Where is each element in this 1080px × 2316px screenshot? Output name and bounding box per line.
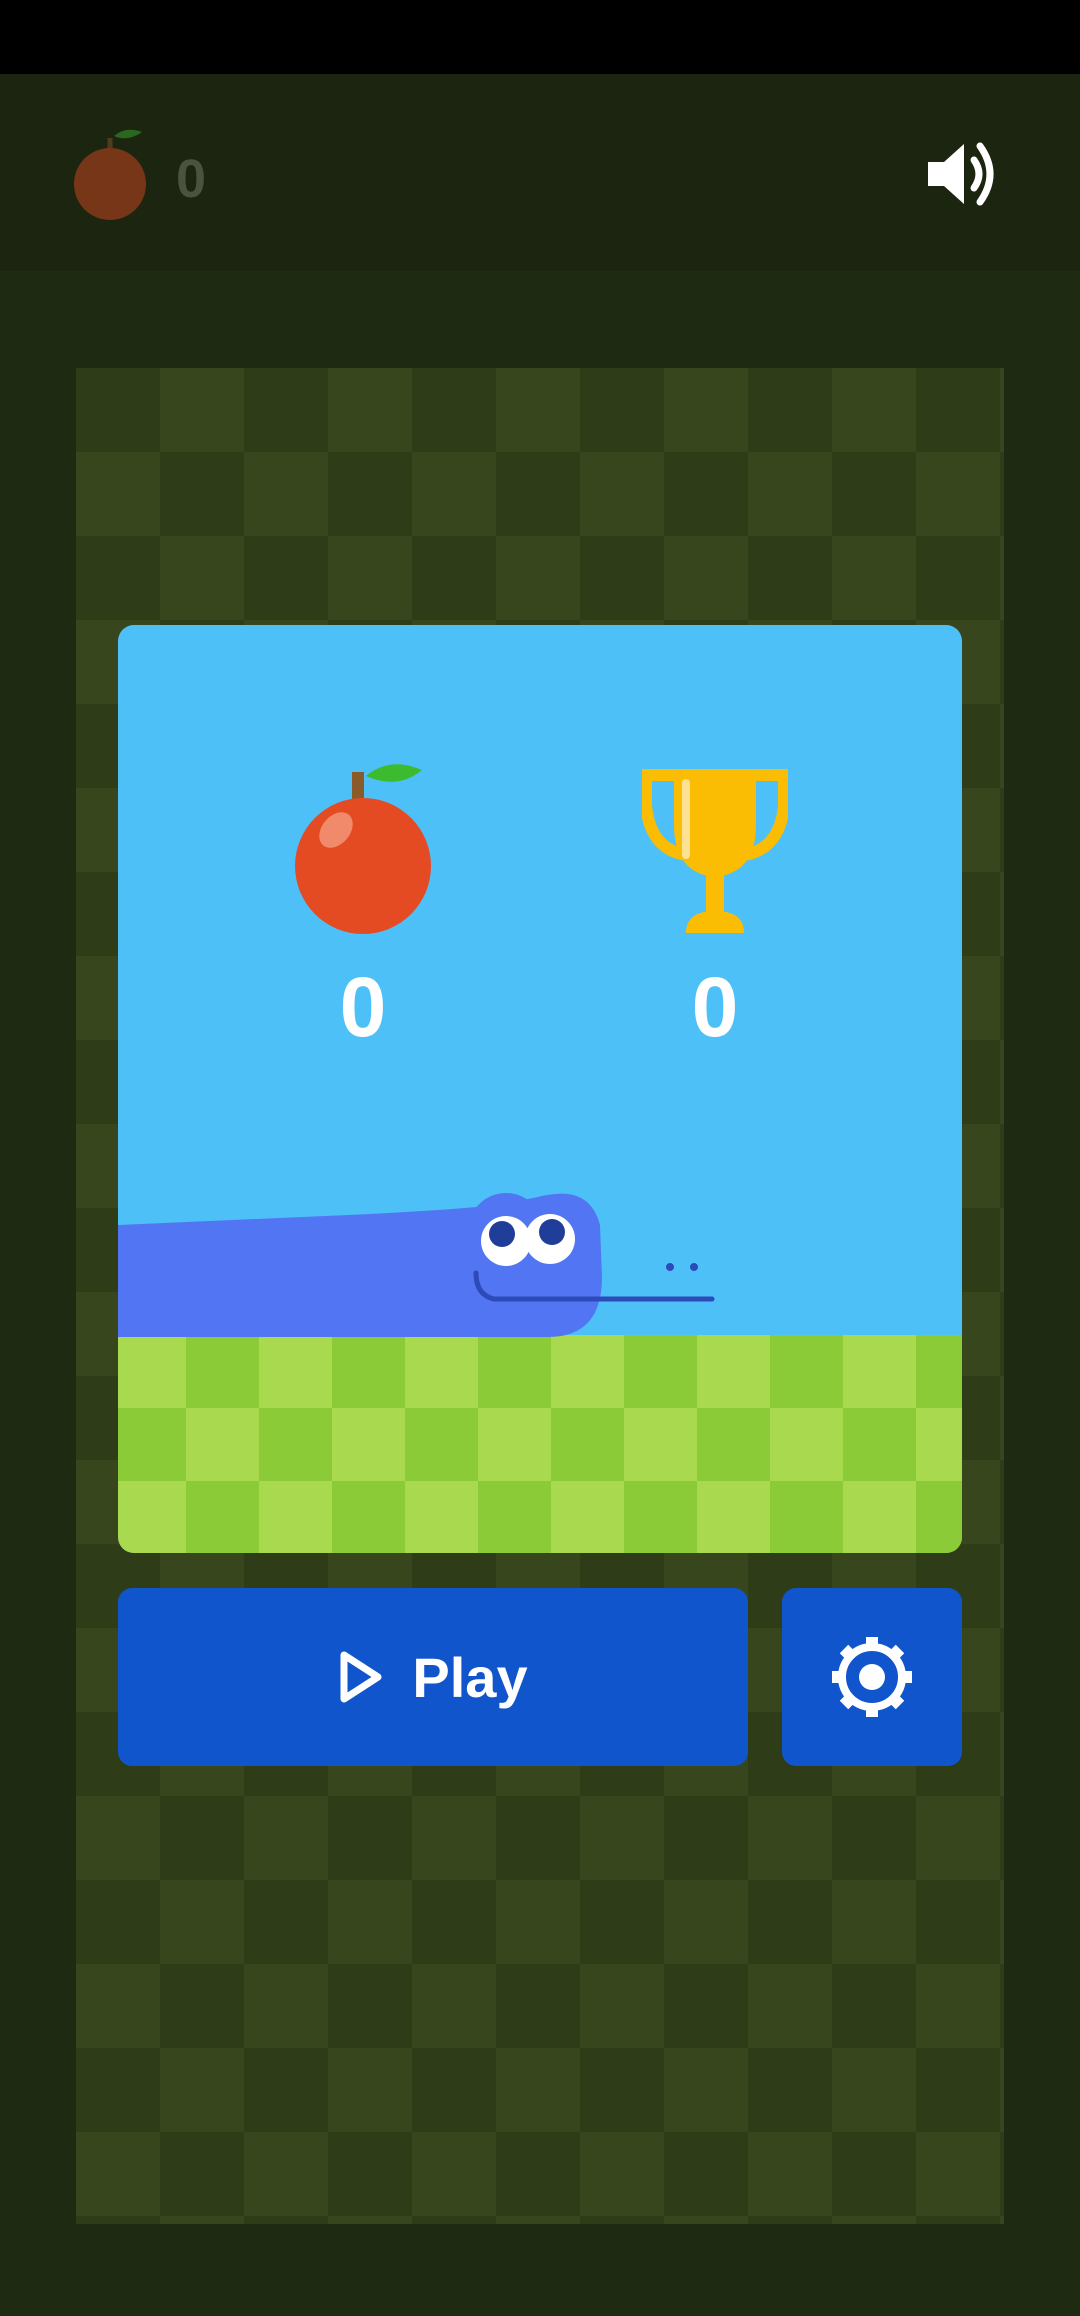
- play-button[interactable]: Play: [118, 1588, 748, 1766]
- score-card: 0 0: [118, 625, 962, 1553]
- trophy-icon: [642, 769, 788, 933]
- apple-icon: [74, 129, 146, 220]
- header-bar: 0: [0, 74, 1080, 271]
- play-icon: [340, 1651, 382, 1703]
- speaker-icon[interactable]: [920, 134, 1000, 214]
- apple-score: 0: [339, 960, 387, 1054]
- snake-illustration: [118, 1193, 715, 1337]
- play-label: Play: [412, 1645, 528, 1709]
- header-score: 0: [176, 149, 207, 209]
- settings-button[interactable]: [782, 1588, 962, 1766]
- best-score: 0: [691, 960, 739, 1054]
- grass-ground: [118, 1335, 962, 1553]
- gear-icon: [832, 1637, 912, 1717]
- status-bar: [0, 0, 1080, 74]
- apple-icon: [295, 764, 431, 934]
